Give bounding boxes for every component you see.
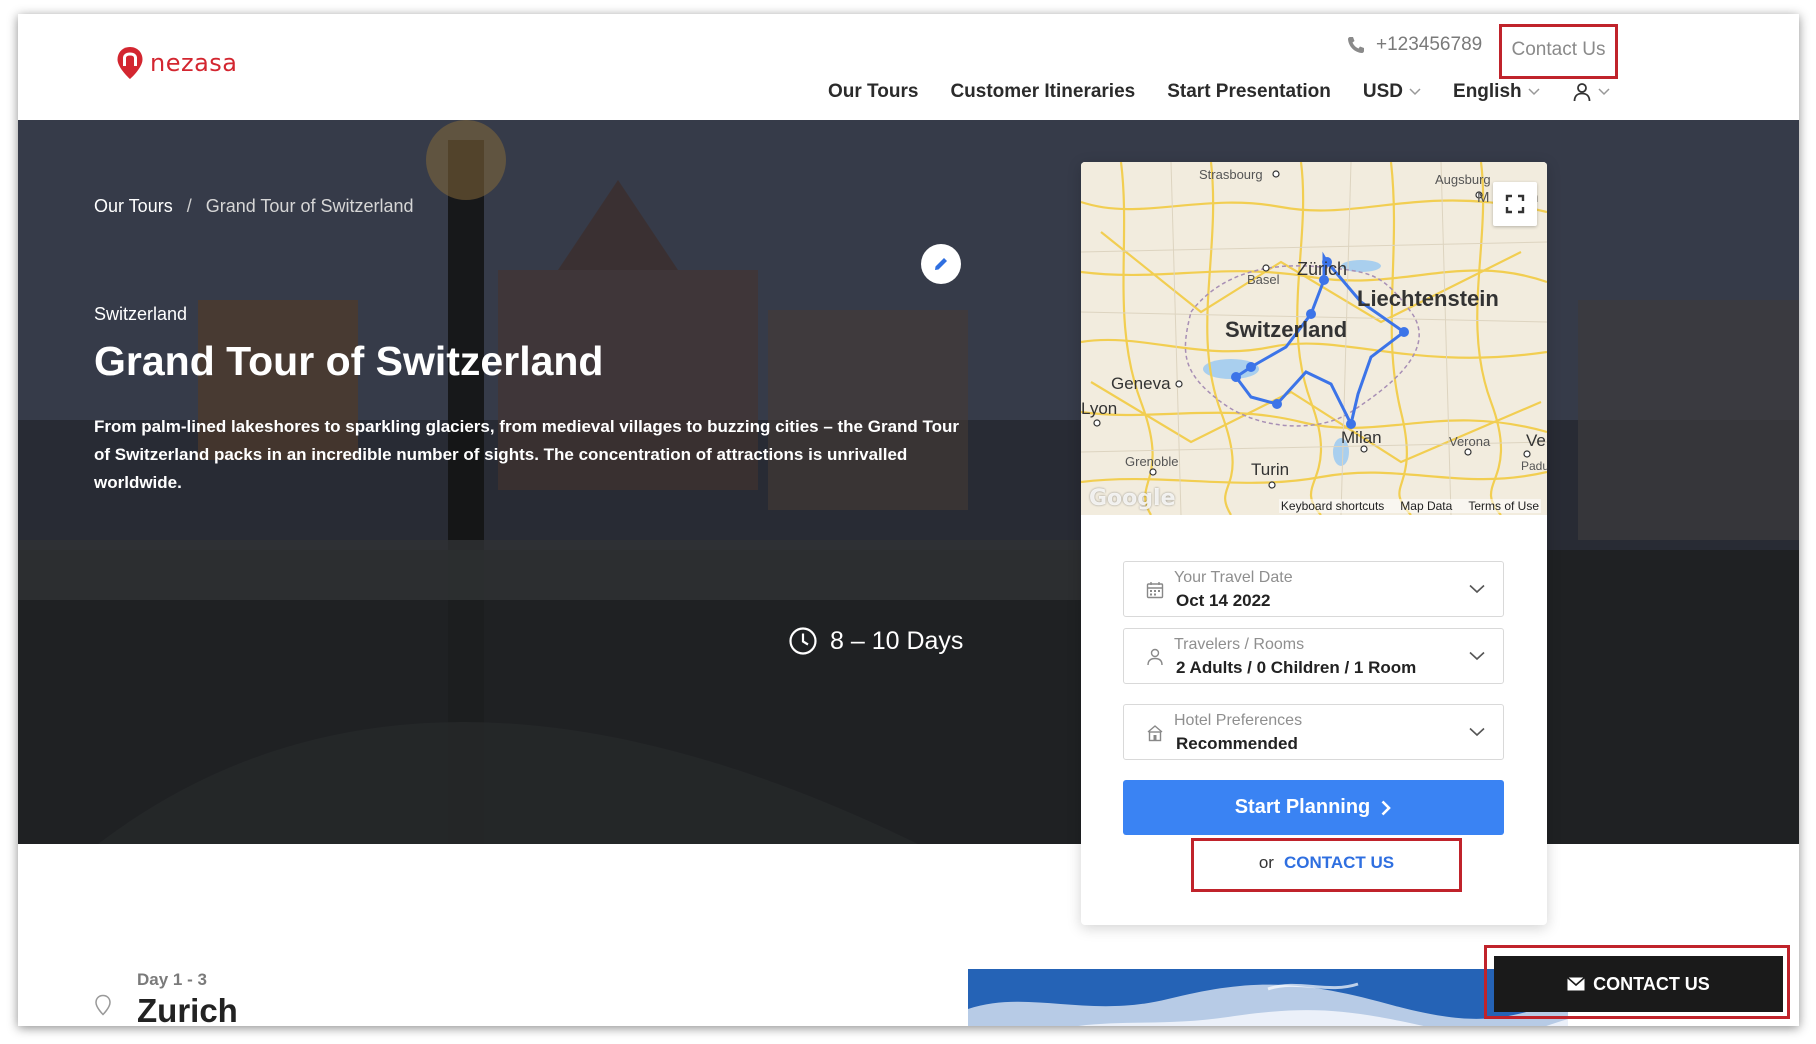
- tour-description: From palm-lined lakeshores to sparkling …: [94, 417, 960, 492]
- map-footer: Keyboard shortcuts Map Data Terms of Use: [1278, 499, 1541, 513]
- map-canvas: Strasbourg Augsburg M h Zürich Basel Lie…: [1081, 162, 1547, 515]
- phone-link[interactable]: +123456789: [1346, 34, 1482, 56]
- city-image: [968, 969, 1568, 1026]
- map-label-munich: M: [1477, 189, 1490, 206]
- start-planning-label: Start Planning: [1234, 796, 1371, 818]
- travelers-rooms-value: 2 Adults / 0 Children / 1 Room: [1176, 658, 1417, 677]
- logo[interactable]: nezasa: [116, 46, 238, 80]
- nav-customer-itineraries[interactable]: Customer Itineraries: [950, 81, 1135, 103]
- google-watermark: Google: [1089, 486, 1176, 511]
- floating-contact-us: CONTACT US: [1484, 945, 1790, 1019]
- chevron-down-icon: [1469, 727, 1485, 737]
- map-label-padua: Padua: [1521, 459, 1547, 473]
- nezasa-logo-icon: [117, 47, 143, 79]
- edit-button[interactable]: [921, 244, 961, 284]
- language-label: English: [1453, 81, 1522, 102]
- travel-date-label: Your Travel Date: [1174, 569, 1293, 586]
- map-keyboard-shortcuts[interactable]: Keyboard shortcuts: [1281, 499, 1384, 513]
- route-map[interactable]: Strasbourg Augsburg M h Zürich Basel Lie…: [1081, 162, 1547, 515]
- chevron-down-icon: [1598, 88, 1610, 96]
- map-terms[interactable]: Terms of Use: [1468, 499, 1539, 513]
- tour-duration: 8 – 10 Days: [788, 626, 963, 656]
- main-nav: Our Tours Customer Itineraries Start Pre…: [828, 77, 1642, 107]
- currency-dropdown[interactable]: USD: [1363, 81, 1421, 103]
- map-label-turin: Turin: [1251, 460, 1289, 479]
- duration-text: 8 – 10 Days: [830, 626, 964, 655]
- tour-title: Grand Tour of Switzerland: [94, 338, 604, 384]
- hotel-preferences-field[interactable]: Hotel Preferences Recommended: [1123, 704, 1504, 760]
- tour-country: Switzerland: [94, 304, 188, 324]
- clock-icon: [789, 627, 817, 655]
- travel-date-value: Oct 14 2022: [1176, 591, 1271, 610]
- language-dropdown[interactable]: English: [1453, 81, 1540, 103]
- nav-label: Our Tours: [828, 81, 919, 102]
- currency-label: USD: [1362, 81, 1404, 102]
- envelope-icon: [1567, 977, 1586, 991]
- floating-contact-us-button[interactable]: CONTACT US: [1494, 956, 1783, 1012]
- chevron-down-icon: [1409, 88, 1421, 96]
- map-data[interactable]: Map Data: [1400, 499, 1452, 513]
- contact-us-link-header[interactable]: Contact Us: [1499, 24, 1618, 79]
- travel-date-field[interactable]: Your Travel Date Oct 14 2022: [1123, 561, 1504, 617]
- location-pin-icon: [95, 994, 111, 1016]
- map-label-lyon: Lyon: [1081, 399, 1117, 418]
- breadcrumb-separator: /: [186, 196, 192, 216]
- or-contact-us: or CONTACT US: [1191, 838, 1462, 892]
- contact-us-link-card[interactable]: CONTACT US: [1284, 853, 1394, 873]
- nav-our-tours[interactable]: Our Tours: [828, 81, 918, 103]
- day-range: Day 1 - 3: [137, 970, 207, 989]
- expand-icon: [1505, 194, 1525, 214]
- user-menu[interactable]: [1572, 82, 1610, 102]
- map-label-liechtenstein: Liechtenstein: [1357, 286, 1499, 311]
- or-text: or: [1258, 853, 1274, 872]
- map-label-augsburg: Augsburg: [1435, 172, 1491, 187]
- map-fullscreen-button[interactable]: [1493, 182, 1537, 226]
- nav-label: Start Presentation: [1167, 81, 1331, 102]
- chevron-down-icon: [1469, 651, 1485, 661]
- travelers-rooms-label: Travelers / Rooms: [1174, 636, 1305, 653]
- map-label-switzerland: Switzerland: [1225, 317, 1347, 342]
- map-label-milan: Milan: [1341, 428, 1382, 447]
- stop-city: Zurich: [137, 992, 238, 1026]
- breadcrumb: Our Tours / Grand Tour of Switzerland: [94, 196, 414, 217]
- nav-start-presentation[interactable]: Start Presentation: [1167, 81, 1331, 103]
- breadcrumb-current: Grand Tour of Switzerland: [205, 196, 414, 216]
- pencil-icon: [935, 258, 947, 270]
- start-planning-button[interactable]: Start Planning: [1123, 780, 1504, 835]
- sky-image: [968, 969, 1568, 1026]
- phone-number: +123456789: [1376, 34, 1483, 55]
- phone-icon: [1348, 37, 1364, 53]
- nav-label: Customer Itineraries: [950, 81, 1136, 102]
- breadcrumb-our-tours[interactable]: Our Tours: [94, 196, 173, 217]
- user-icon: [1573, 83, 1591, 102]
- travelers-rooms-field[interactable]: Travelers / Rooms 2 Adults / 0 Children …: [1123, 628, 1504, 684]
- floating-contact-us-label: CONTACT US: [1593, 973, 1710, 994]
- site-header: nezasa +123456789 Contact Us Our Tours C…: [18, 14, 1799, 120]
- map-label-zurich: Zürich: [1297, 259, 1347, 279]
- logo-text: nezasa: [150, 49, 238, 77]
- browser-viewport: nezasa +123456789 Contact Us Our Tours C…: [18, 14, 1799, 1026]
- map-label-verona: Verona: [1449, 434, 1491, 449]
- hotel-icon: [1147, 725, 1163, 742]
- map-label-strasbourg: Strasbourg: [1199, 167, 1263, 182]
- booking-card: Strasbourg Augsburg M h Zürich Basel Lie…: [1081, 162, 1547, 925]
- map-label-basel: Basel: [1247, 272, 1280, 287]
- chevron-right-icon: [1381, 800, 1392, 815]
- person-icon: [1147, 648, 1163, 666]
- hotel-preferences-label: Hotel Preferences: [1174, 712, 1303, 729]
- map-label-grenoble: Grenoble: [1125, 454, 1178, 469]
- chevron-down-icon: [1469, 584, 1485, 594]
- chevron-down-icon: [1528, 88, 1540, 96]
- calendar-icon: [1146, 582, 1164, 599]
- map-label-ve: Ve: [1526, 431, 1546, 450]
- hotel-preferences-value: Recommended: [1176, 734, 1298, 753]
- map-label-geneva: Geneva: [1111, 374, 1171, 393]
